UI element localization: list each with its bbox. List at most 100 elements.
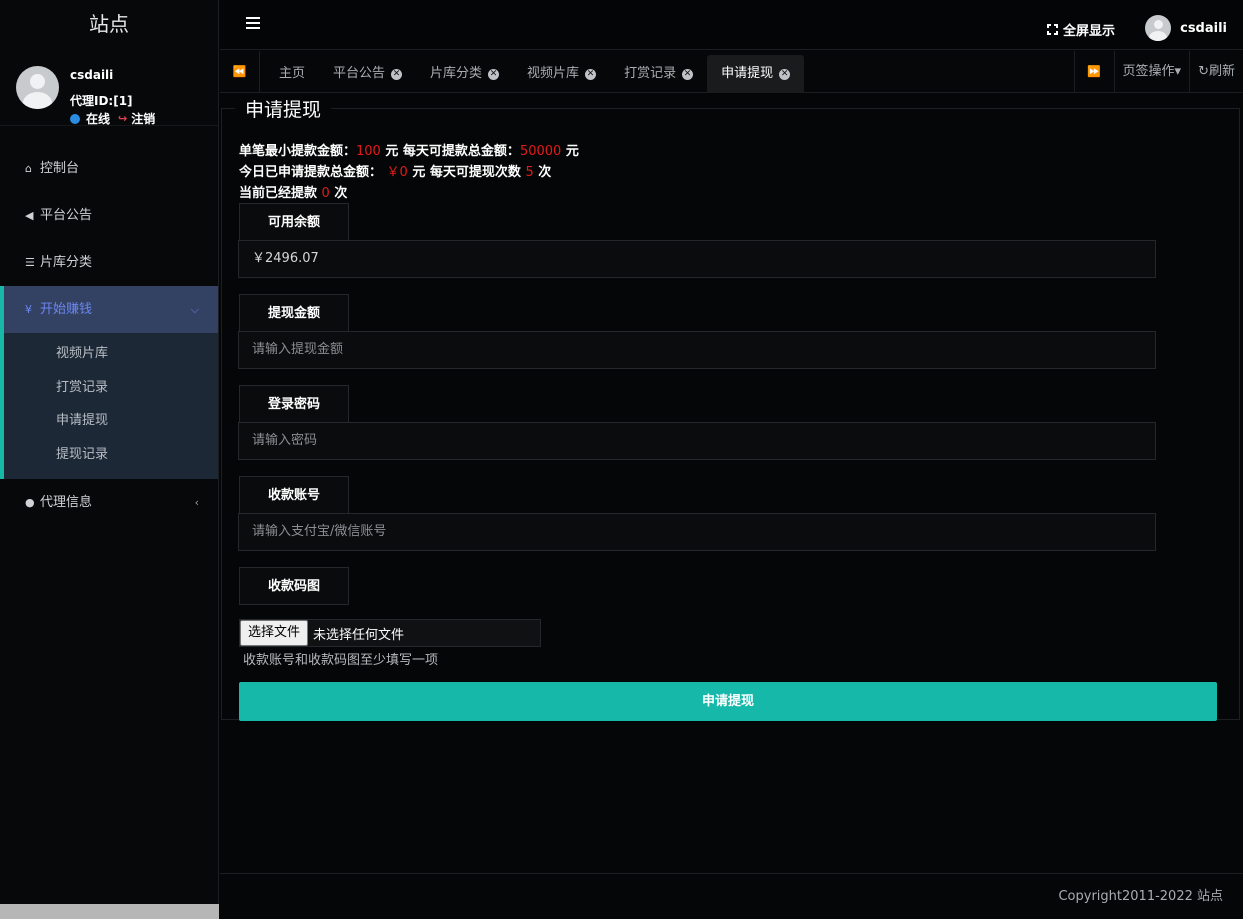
sidebar-subitem-video-library[interactable]: 视频片库: [4, 337, 218, 371]
sidebar-subitem-withdraw-records[interactable]: 提现记录: [4, 438, 218, 472]
submit-withdraw-button[interactable]: 申请提现: [239, 682, 1217, 721]
info-line-limits: 单笔最小提款金额：100 元 每天可提款总金额：50000 元: [239, 141, 579, 162]
sidebar-group-earn: ¥ 开始赚钱 ⌵ 视频片库 打赏记录 申请提现 提现记录: [0, 286, 218, 479]
fullscreen-button[interactable]: 全屏显示: [1045, 20, 1115, 39]
sidebar-menu: ⌂ 控制台 ◀ 平台公告 ☰ 片库分类 ¥ 开始赚钱 ⌵ 视频片库 打赏记录 申请提现 …: [0, 145, 218, 526]
avatar: [16, 66, 59, 109]
tab-label: 平台公告: [333, 66, 386, 81]
agent-id: 代理ID:[1]: [70, 94, 133, 108]
close-icon[interactable]: ✕: [391, 68, 403, 80]
page-title: 申请提现: [235, 95, 332, 122]
sidebar-item-earn[interactable]: ¥ 开始赚钱 ⌵: [4, 286, 218, 333]
min-label: 单笔最小提款金额：: [239, 144, 357, 159]
unit-times: 次: [334, 186, 348, 201]
yen-icon: ¥: [25, 303, 32, 316]
min-value: 100: [356, 144, 381, 159]
logout-link[interactable]: 注销: [131, 110, 155, 127]
tab-scroll-left-button[interactable]: ⏪: [220, 51, 260, 92]
tab-list: 主页 平台公告 ✕ 片库分类 ✕ 视频片库 ✕ 打赏记录 ✕ 申请提现 ✕: [265, 55, 805, 93]
form-hint: 收款账号和收款码图至少填写一项: [243, 653, 439, 668]
tab-ops-label: 页签操作: [1122, 64, 1175, 79]
refresh-button[interactable]: ↻刷新: [1189, 51, 1243, 92]
tab-label: 视频片库: [527, 66, 580, 81]
bullhorn-icon: ◀: [25, 209, 34, 222]
chevron-left-icon: ‹: [194, 496, 199, 509]
balance-field: ￥2496.07: [238, 240, 1156, 278]
qrcode-file-input: 选择文件 未选择任何文件: [239, 619, 541, 647]
info-line-current: 当前已经提款 0 次: [239, 183, 579, 204]
footer: Copyright2011-2022 站点: [220, 873, 1243, 919]
user-icon: ●: [25, 496, 35, 509]
list-icon: ☰: [25, 256, 35, 269]
copyright: Copyright2011-2022 站点: [1058, 889, 1223, 904]
unit-yuan: 元: [385, 144, 399, 159]
sidebar-item-label: 代理信息: [40, 495, 93, 510]
user-name: csdaili: [70, 68, 114, 82]
tab-actions: ⏩ 页签操作▾ ↻刷新: [1073, 51, 1243, 92]
tab-label: 主页: [279, 66, 306, 81]
fullscreen-label: 全屏显示: [1062, 24, 1115, 39]
sidebar-item-label: 片库分类: [40, 255, 93, 270]
chevron-down-icon: ⌵: [190, 303, 199, 316]
unit-yuan: 元: [565, 144, 579, 159]
withdraw-form-panel: 申请提现 单笔最小提款金额：100 元 每天可提款总金额：50000 元 今日已…: [221, 95, 1240, 721]
today-value: ￥0: [386, 165, 408, 180]
sidebar-subitem-withdraw[interactable]: 申请提现: [4, 404, 218, 438]
withdraw-info: 单笔最小提款金额：100 元 每天可提款总金额：50000 元 今日已申请提款总…: [239, 141, 579, 204]
scrollbar[interactable]: [0, 904, 219, 919]
close-icon[interactable]: ✕: [585, 68, 597, 80]
balance-label: 可用余额: [239, 203, 349, 241]
sidebar-item-announcements[interactable]: ◀ 平台公告: [0, 192, 218, 239]
close-icon[interactable]: ✕: [488, 68, 500, 80]
menu-toggle-icon[interactable]: [246, 17, 260, 32]
close-icon[interactable]: ✕: [682, 68, 694, 80]
today-label: 今日已申请提款总金额：: [239, 165, 383, 180]
amount-input[interactable]: 请输入提现金额: [238, 331, 1156, 369]
password-input[interactable]: 请输入密码: [238, 422, 1156, 460]
sidebar-subitem-tip-records[interactable]: 打赏记录: [4, 371, 218, 405]
close-icon[interactable]: ✕: [779, 68, 791, 80]
sidebar-item-library-categories[interactable]: ☰ 片库分类: [0, 239, 218, 286]
refresh-icon: ↻: [1198, 64, 1209, 79]
sidebar: 站点 csdaili 代理ID:[1] 在线 ↪ 注销 ⌂ 控制台 ◀ 平台公告 ☰…: [0, 0, 219, 919]
file-status: 未选择任何文件: [313, 627, 405, 643]
tab-label: 打赏记录: [624, 66, 677, 81]
expand-icon: [1045, 23, 1059, 36]
unit-times: 次: [538, 165, 552, 180]
account-input[interactable]: 请输入支付宝/微信账号: [238, 513, 1156, 551]
user-panel: csdaili 代理ID:[1] 在线 ↪ 注销: [0, 50, 218, 126]
tab-library-categories[interactable]: 片库分类 ✕: [416, 55, 513, 93]
choose-file-button[interactable]: 选择文件: [240, 620, 309, 646]
top-navbar: 全屏显示 csdaili: [220, 0, 1243, 50]
password-label: 登录密码: [239, 385, 349, 423]
sidebar-item-dashboard[interactable]: ⌂ 控制台: [0, 145, 218, 192]
qrcode-label: 收款码图: [239, 567, 349, 605]
user-status: 在线 ↪ 注销: [70, 110, 155, 127]
submenu: 视频片库 打赏记录 申请提现 提现记录: [4, 333, 218, 479]
avatar: [1145, 15, 1172, 41]
tab-video-library[interactable]: 视频片库 ✕: [513, 55, 610, 93]
unit-yuan: 元: [412, 165, 426, 180]
refresh-label: 刷新: [1208, 64, 1235, 79]
site-logo[interactable]: 站点: [0, 0, 218, 50]
tab-label: 片库分类: [430, 66, 483, 81]
account-label: 收款账号: [239, 476, 349, 514]
online-dot-icon: [70, 113, 80, 124]
info-line-today: 今日已申请提款总金额： ￥0 元 每天可提现次数 5 次: [239, 162, 579, 183]
tab-operations-dropdown[interactable]: 页签操作▾: [1113, 51, 1190, 92]
tab-tip-records[interactable]: 打赏记录 ✕: [610, 55, 707, 93]
tab-scroll-right-button[interactable]: ⏩: [1073, 51, 1114, 92]
user-menu[interactable]: csdaili: [1145, 15, 1227, 41]
tab-withdraw[interactable]: 申请提现 ✕: [707, 55, 805, 93]
sidebar-item-label: 平台公告: [40, 208, 93, 223]
current-value: 0: [321, 186, 330, 201]
tab-label: 申请提现: [721, 66, 774, 81]
daily-total-label: 每天可提款总金额：: [402, 144, 520, 159]
tab-announcements[interactable]: 平台公告 ✕: [319, 55, 416, 93]
sidebar-item-agent-info[interactable]: ● 代理信息 ‹: [0, 479, 218, 526]
main-content: 申请提现 单笔最小提款金额：100 元 每天可提款总金额：50000 元 今日已…: [220, 93, 1243, 873]
daily-count-label: 每天可提现次数: [429, 165, 521, 180]
tab-home[interactable]: 主页: [265, 55, 319, 93]
status-text: 在线: [86, 112, 111, 126]
daily-total-value: 50000: [519, 144, 562, 159]
